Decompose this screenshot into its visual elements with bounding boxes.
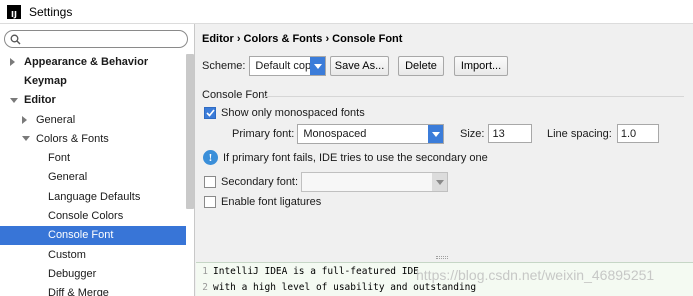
- checkmark-icon: [205, 109, 215, 117]
- preview-text: IntelliJ IDEA is a full-featured IDE: [213, 266, 419, 277]
- save-as-button[interactable]: Save As...: [330, 56, 389, 76]
- show-monospaced-checkbox[interactable]: [204, 107, 216, 119]
- sidebar-item-general[interactable]: General: [0, 168, 186, 187]
- sidebar-item-console-colors[interactable]: Console Colors: [0, 206, 186, 225]
- font-ligatures-checkbox[interactable]: [204, 196, 216, 208]
- sidebar-item-language-defaults[interactable]: Language Defaults: [0, 187, 186, 206]
- scheme-dropdown[interactable]: Default copy: [249, 56, 327, 76]
- sidebar-item-label: Colors & Fonts: [36, 132, 109, 145]
- line-spacing-label: Line spacing:: [547, 127, 612, 140]
- sidebar-item-appearance-behavior[interactable]: Appearance & Behavior: [0, 52, 186, 71]
- sidebar-item-label: Keymap: [24, 74, 67, 87]
- sidebar-item-label: Appearance & Behavior: [24, 55, 149, 68]
- sidebar-item-label: Debugger: [48, 267, 97, 280]
- sidebar-item-label: Custom: [48, 248, 86, 261]
- sidebar-item-console-font[interactable]: Console Font: [0, 225, 186, 245]
- secondary-font-checkbox[interactable]: [204, 176, 216, 188]
- size-input[interactable]: 13: [488, 124, 533, 143]
- sidebar-item-font[interactable]: Font: [0, 148, 186, 167]
- info-message: If primary font fails, IDE tries to use …: [223, 151, 488, 164]
- size-label: Size:: [460, 127, 485, 140]
- secondary-font-dropdown[interactable]: [301, 172, 449, 192]
- sidebar-item-label: Console Colors: [48, 210, 124, 223]
- breadcrumb: Editor › Colors & Fonts › Console Font: [202, 33, 403, 45]
- sidebar-item-label: Console Font: [48, 229, 114, 242]
- sidebar-item-label: Language Defaults: [48, 190, 141, 203]
- collapsed-arrow-icon[interactable]: [22, 115, 27, 124]
- splitter-grip[interactable]: [436, 256, 448, 259]
- search-input[interactable]: [24, 33, 174, 45]
- watermark-text: https://blog.csdn.net/weixin_46895251: [416, 267, 655, 283]
- expanded-arrow-icon[interactable]: [22, 136, 30, 142]
- collapsed-arrow-icon[interactable]: [10, 58, 15, 66]
- primary-font-label: Primary font:: [232, 128, 295, 140]
- sidebar-item-colors-fonts[interactable]: Colors & Fonts: [0, 129, 186, 148]
- sidebar-item-diff-merge[interactable]: Diff & Merge: [0, 284, 186, 296]
- sidebar-item-custom[interactable]: Custom: [0, 245, 186, 264]
- settings-search-box[interactable]: [4, 30, 188, 48]
- sidebar-item-keymap[interactable]: Keymap: [0, 71, 186, 90]
- font-ligatures-label: Enable font ligatures: [221, 196, 322, 208]
- settings-tree: Appearance & Behavior Keymap Editor General…: [0, 52, 186, 296]
- window-title: Settings: [29, 4, 73, 19]
- sidebar-item-general[interactable]: General: [0, 110, 186, 129]
- scheme-label: Scheme:: [202, 60, 246, 72]
- chevron-down-icon: [432, 173, 448, 191]
- delete-button[interactable]: Delete: [398, 56, 444, 76]
- chevron-down-icon: [428, 125, 444, 143]
- chevron-down-icon: [310, 57, 326, 75]
- line-spacing-input[interactable]: 1.0: [616, 124, 659, 143]
- secondary-font-label: Secondary font:: [221, 176, 299, 188]
- preview-text: with a high level of usability and outst…: [213, 282, 477, 293]
- sidebar-item-debugger[interactable]: Debugger: [0, 264, 186, 283]
- info-icon: !: [203, 150, 218, 165]
- primary-font-value: Monospaced: [303, 128, 367, 140]
- section-divider: [264, 96, 684, 97]
- sidebar-item-label: Editor: [24, 94, 56, 107]
- primary-font-dropdown[interactable]: Monospaced: [297, 124, 445, 144]
- expanded-arrow-icon[interactable]: [10, 97, 18, 103]
- search-icon: [10, 34, 21, 44]
- line-number: 2: [202, 282, 208, 293]
- show-monospaced-label: Show only monospaced fonts: [221, 107, 365, 119]
- sidebar-item-label: Diff & Merge: [48, 287, 109, 296]
- sidebar-scrollbar[interactable]: [186, 54, 194, 209]
- title-bar: IJ Settings: [0, 0, 693, 24]
- sidebar-item-label: Font: [48, 152, 71, 165]
- sidebar-item-editor[interactable]: Editor: [0, 91, 186, 110]
- intellij-app-icon: IJ: [7, 4, 21, 19]
- scheme-value: Default copy: [255, 60, 311, 72]
- line-number: 1: [202, 266, 208, 277]
- sidebar-item-label: General: [36, 113, 76, 126]
- import-button[interactable]: Import...: [454, 56, 508, 76]
- settings-sidebar: Appearance & Behavior Keymap Editor General…: [0, 24, 195, 296]
- sidebar-item-label: General: [48, 171, 88, 184]
- settings-main-panel: Editor › Colors & Fonts › Console Font S…: [196, 24, 693, 296]
- section-title: Console Font: [202, 89, 268, 101]
